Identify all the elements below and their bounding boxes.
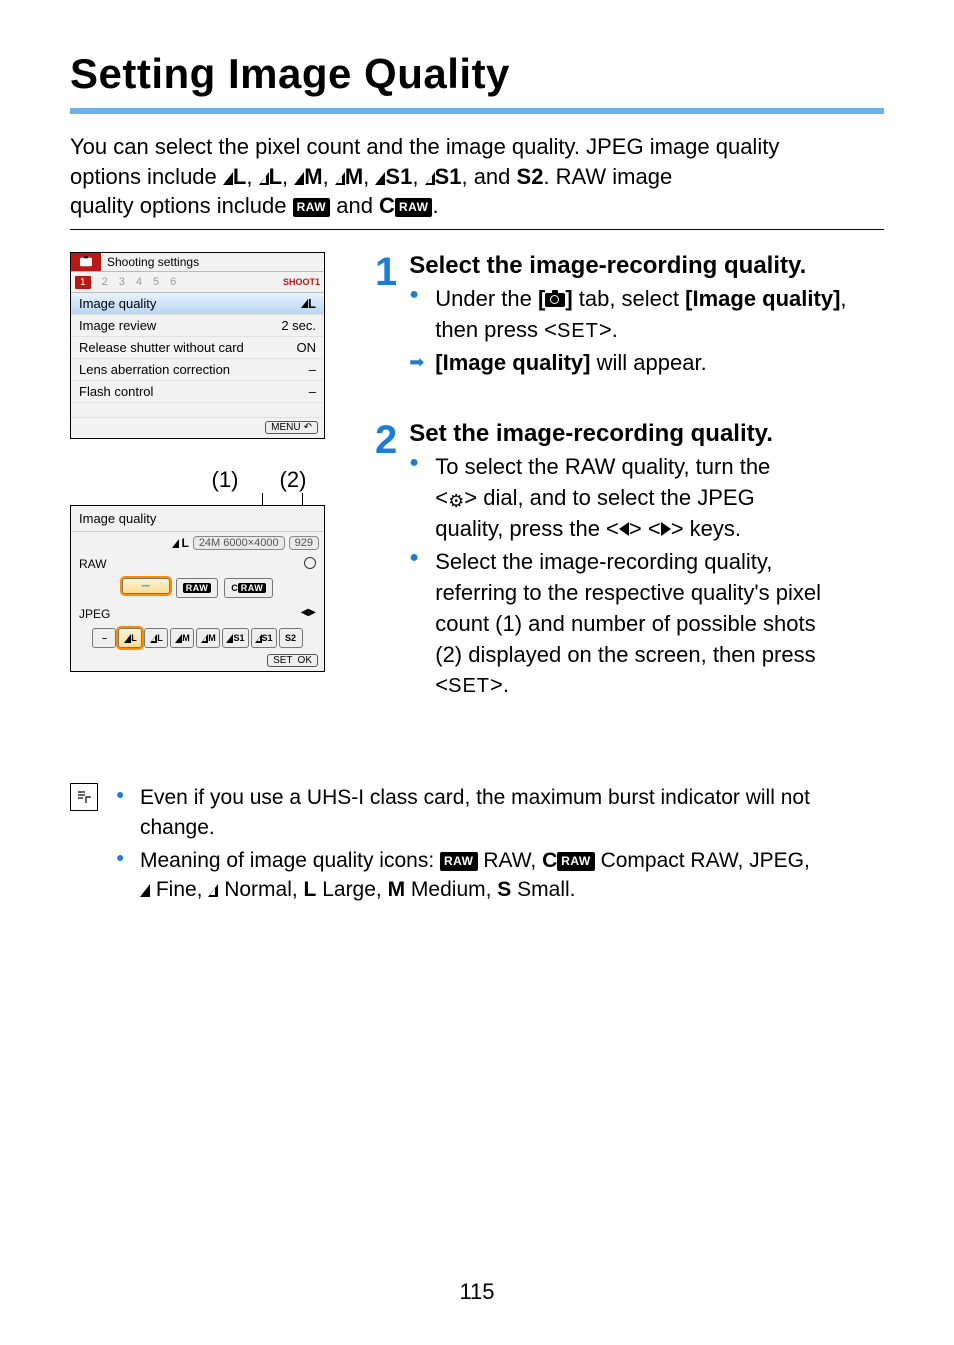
- page-title: Setting Image Quality: [70, 50, 884, 98]
- normal-icon: [208, 884, 218, 897]
- fine-icon: [375, 172, 385, 185]
- notes-icon: [70, 783, 98, 811]
- left-arrow-icon: [619, 522, 629, 536]
- jpeg-option[interactable]: S2: [279, 628, 303, 648]
- jpeg-option[interactable]: S1: [222, 628, 248, 648]
- status-bar: L 24M 6000×4000 929: [71, 532, 324, 554]
- set-ok-button[interactable]: SETOK: [267, 654, 318, 667]
- step-1: 1 Select the image-recording quality. Un…: [375, 252, 884, 380]
- menu-row[interactable]: Release shutter without cardON: [71, 337, 324, 359]
- notes-section: Even if you use a UHS-I class card, the …: [70, 783, 884, 909]
- jpeg-option[interactable]: M: [170, 628, 194, 648]
- craw-icon: RAW: [395, 198, 433, 216]
- jpeg-option[interactable]: –: [92, 628, 116, 648]
- step-result: [Image quality] will appear.: [409, 348, 884, 379]
- camera-tab-icon: [71, 253, 101, 271]
- raw-option-craw[interactable]: CRAW: [224, 578, 273, 598]
- panel-title: Image quality: [71, 506, 324, 532]
- jpeg-option[interactable]: S1: [251, 628, 277, 648]
- note-item: Meaning of image quality icons: RAW RAW,…: [116, 846, 810, 905]
- raw-option-raw[interactable]: RAW: [176, 578, 219, 598]
- page-number: 115: [0, 1279, 954, 1305]
- step-title: Set the image-recording quality.: [409, 420, 821, 448]
- raw-option-none[interactable]: –: [122, 578, 170, 594]
- jpeg-section: JPEG ◀▶: [71, 604, 324, 624]
- step-title: Select the image-recording quality.: [409, 252, 884, 280]
- note-item: Even if you use a UHS-I class card, the …: [116, 783, 810, 842]
- step-number: 1: [375, 252, 397, 380]
- fine-icon: [294, 172, 304, 185]
- menu-row-image-quality[interactable]: Image quality L: [71, 293, 324, 315]
- dial-icon: ⚙: [448, 489, 464, 514]
- raw-section: RAW: [71, 554, 324, 574]
- normal-icon: [335, 172, 345, 185]
- jpeg-option[interactable]: L: [144, 628, 168, 648]
- menu-screenshot-1: Shooting settings 1 2 3 4 5 6 SHOOT1 Ima…: [70, 252, 325, 439]
- normal-icon: [259, 172, 269, 185]
- camera-icon: [545, 293, 565, 307]
- menu-row[interactable]: Image review2 sec.: [71, 315, 324, 337]
- dial-icon: [304, 557, 316, 569]
- normal-icon: [425, 172, 435, 185]
- jpeg-option[interactable]: L: [118, 628, 142, 648]
- right-arrow-icon: [661, 522, 671, 536]
- craw-icon: RAW: [557, 852, 595, 871]
- step-bullet: Under the [] tab, select [Image quality]…: [409, 284, 884, 346]
- fine-icon: [223, 172, 233, 185]
- step-bullet: Select the image-recording quality, refe…: [409, 547, 821, 701]
- callout-labels: (1) (2): [70, 467, 325, 493]
- menu-row[interactable]: Flash control–: [71, 381, 324, 403]
- menu-back-button[interactable]: MENU↶: [265, 421, 318, 434]
- subtab-bar: 1 2 3 4 5 6 SHOOT1: [71, 272, 324, 293]
- step-2: 2 Set the image-recording quality. To se…: [375, 420, 884, 703]
- raw-icon: RAW: [293, 198, 331, 216]
- tab-title: Shooting settings: [101, 255, 199, 269]
- title-rule: [70, 108, 884, 114]
- step-bullet: To select the RAW quality, turn the <⚙> …: [409, 452, 821, 545]
- fine-icon: [140, 884, 150, 897]
- menu-row[interactable]: Lens aberration correction–: [71, 359, 324, 381]
- jpeg-option[interactable]: M: [196, 628, 220, 648]
- step-number: 2: [375, 420, 397, 703]
- intro-paragraph: You can select the pixel count and the i…: [70, 132, 884, 230]
- raw-icon: RAW: [440, 852, 478, 871]
- menu-screenshot-2: Image quality L 24M 6000×4000 929 RAW – …: [70, 505, 325, 672]
